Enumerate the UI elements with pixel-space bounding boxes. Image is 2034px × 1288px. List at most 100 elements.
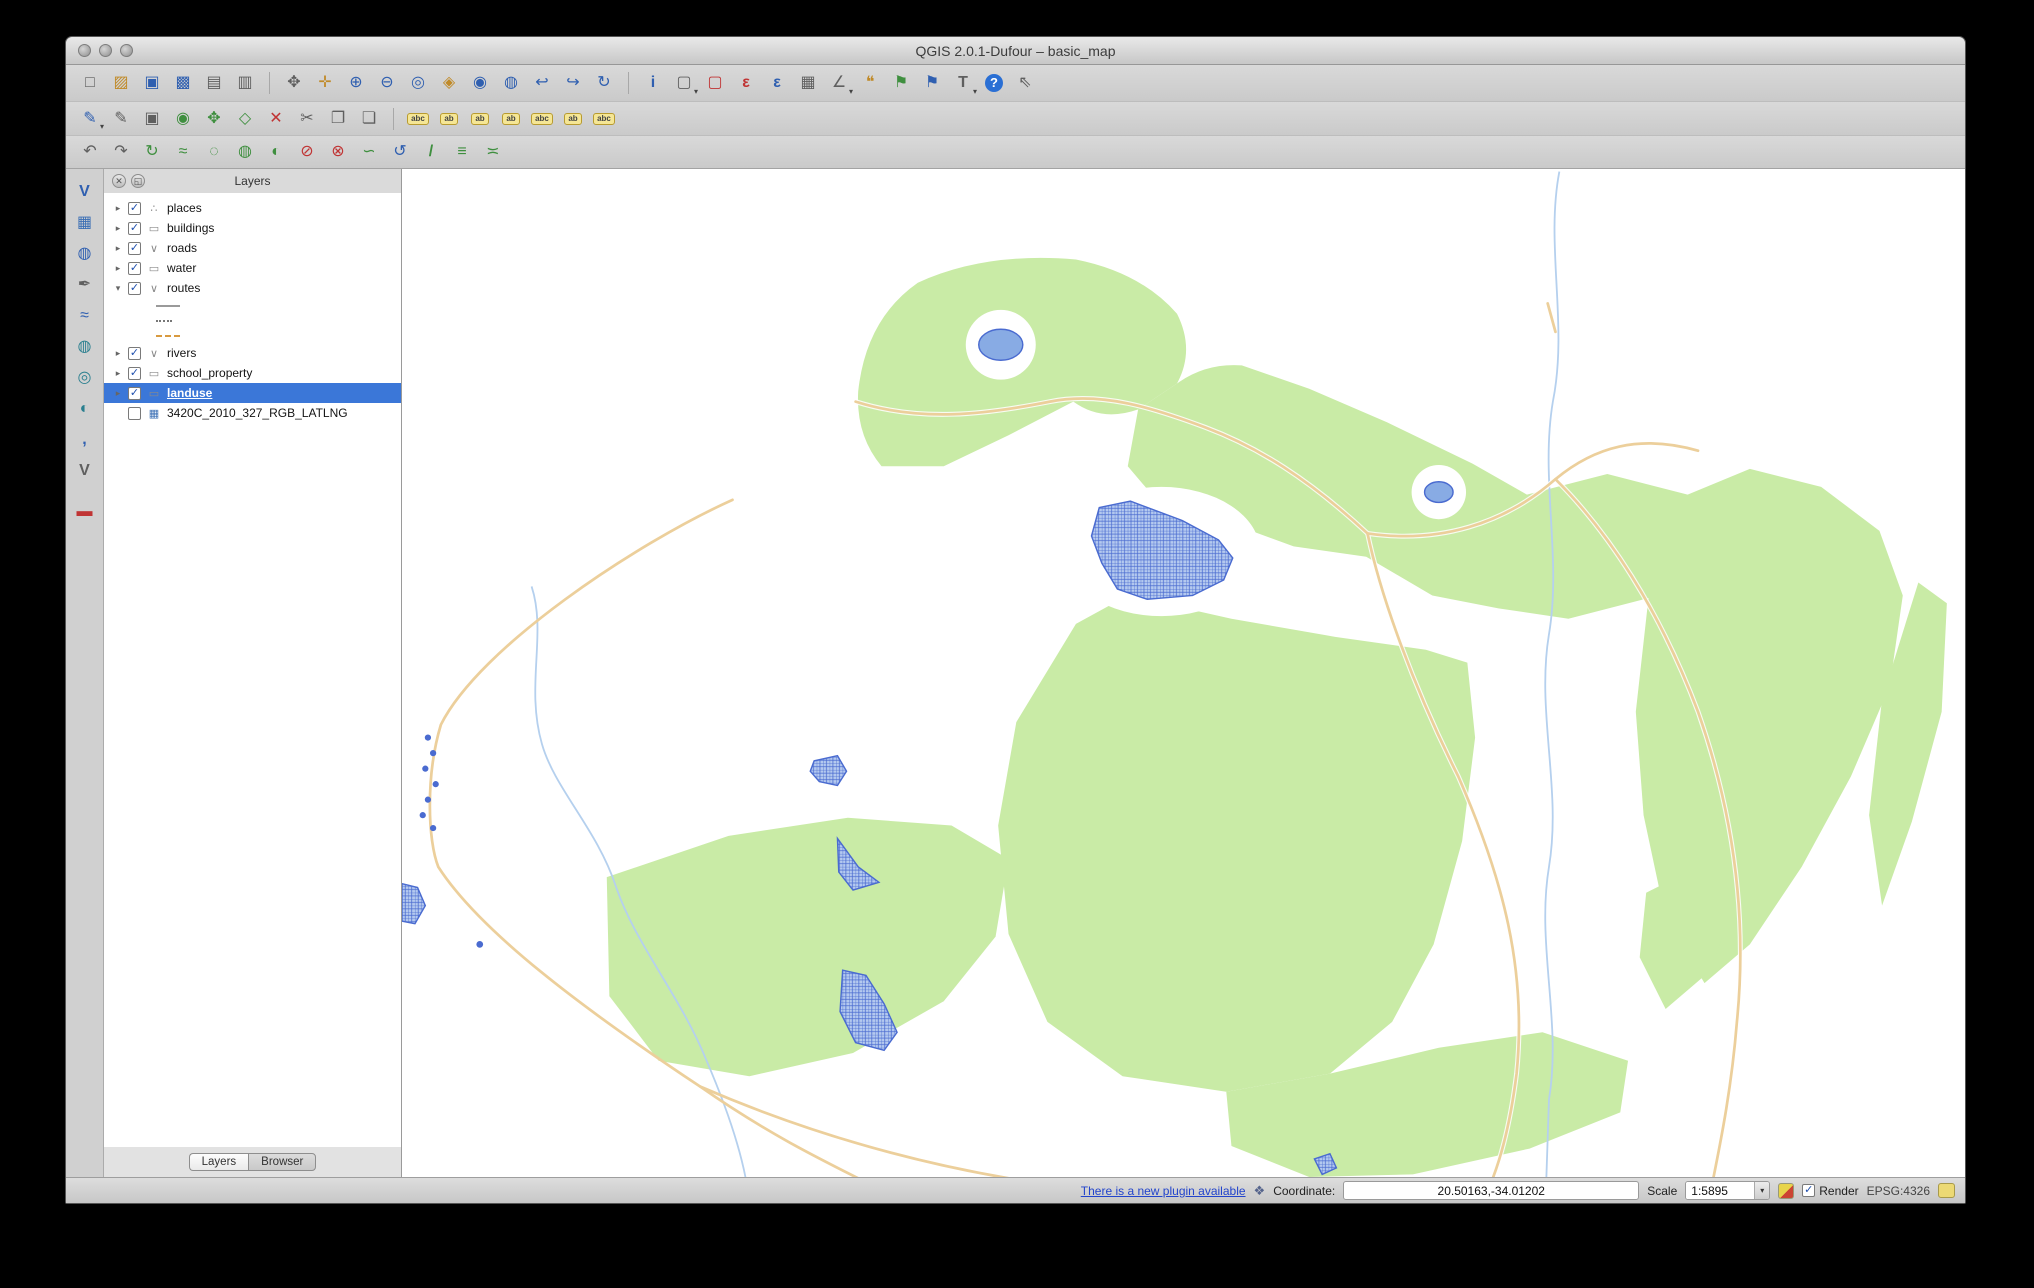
layer-visibility-checkbox[interactable]: ✓ xyxy=(128,202,141,215)
layer-item-buildings[interactable]: ▸✓▭buildings xyxy=(104,218,401,238)
layer-item-water[interactable]: ▸✓▭water xyxy=(104,258,401,278)
label-anchor-button[interactable]: ab xyxy=(435,105,463,132)
plugin-icon[interactable]: ❖ xyxy=(1254,1183,1266,1199)
layer-visibility-checkbox[interactable]: ✓ xyxy=(128,367,141,380)
text-annotation-dropdown[interactable]: ▾ xyxy=(973,88,977,96)
select-by-expression-button[interactable]: ε xyxy=(732,70,760,97)
zoom-last-button[interactable]: ↩ xyxy=(528,70,556,97)
zoom-actual-size-button[interactable]: ◎ xyxy=(404,70,432,97)
zoom-next-button[interactable]: ↪ xyxy=(559,70,587,97)
title-bar[interactable]: QGIS 2.0.1-Dufour – basic_map xyxy=(66,37,1965,65)
layer-visibility-checkbox[interactable]: ✓ xyxy=(128,242,141,255)
deselect-all-button[interactable]: ▢ xyxy=(701,70,729,97)
symbol-class-item[interactable] xyxy=(104,298,401,313)
toggle-editing-button[interactable]: ✎ xyxy=(107,105,135,132)
add-raster-layer-button[interactable]: ▦ xyxy=(71,210,98,235)
expand-icon[interactable]: ▸ xyxy=(113,348,123,359)
layer-item-routes[interactable]: ▾✓∨routes xyxy=(104,278,401,298)
change-label-button[interactable]: abc xyxy=(528,105,556,132)
crs-status-button[interactable]: EPSG:4326 xyxy=(1867,1184,1930,1198)
plugin-available-link[interactable]: There is a new plugin available xyxy=(1081,1184,1246,1198)
move-label-button[interactable]: ab xyxy=(466,105,494,132)
tab-browser[interactable]: Browser xyxy=(248,1153,316,1171)
minimize-button[interactable] xyxy=(99,44,112,57)
layer-item-landuse[interactable]: ▸✓▭landuse xyxy=(104,383,401,403)
delete-selected-button[interactable]: ✕ xyxy=(262,105,290,132)
current-edits-button[interactable]: ✎▾ xyxy=(76,105,104,132)
add-mssql-layer-button[interactable]: ≈ xyxy=(71,303,98,328)
new-print-composer-button[interactable]: ▤ xyxy=(200,70,228,97)
delete-part-button[interactable]: ⊗ xyxy=(324,139,352,166)
scale-combo[interactable]: ▾ xyxy=(1685,1181,1770,1200)
layer-visibility-checkbox[interactable]: ✓ xyxy=(128,347,141,360)
expand-icon[interactable]: ▸ xyxy=(113,368,123,379)
stop-rendering-icon[interactable] xyxy=(1778,1183,1794,1199)
select-features-button[interactable]: ▢▾ xyxy=(670,70,698,97)
add-vector-layer-button[interactable]: V xyxy=(71,179,98,204)
expand-icon[interactable]: ▸ xyxy=(113,243,123,254)
layer-item-3420C_2010_327_RGB_LATLNG[interactable]: ▦3420C_2010_327_RGB_LATLNG xyxy=(104,403,401,423)
whats-this-button[interactable]: ⇖ xyxy=(1011,70,1039,97)
add-postgis-layer-button[interactable]: ◍ xyxy=(71,241,98,266)
symbol-class-item[interactable] xyxy=(104,313,401,328)
scale-input[interactable] xyxy=(1686,1182,1754,1199)
expand-icon[interactable]: ▸ xyxy=(113,203,123,214)
zoom-in-button[interactable]: ⊕ xyxy=(342,70,370,97)
zoom-to-selection-button[interactable]: ◉ xyxy=(466,70,494,97)
zoom-full-extent-button[interactable]: ◈ xyxy=(435,70,463,97)
scale-dropdown-icon[interactable]: ▾ xyxy=(1754,1181,1769,1200)
expand-icon[interactable]: ▸ xyxy=(113,388,123,399)
show-bookmarks-button[interactable]: ⚑ xyxy=(918,70,946,97)
delete-ring-button[interactable]: ⊘ xyxy=(293,139,321,166)
reshape-features-button[interactable]: ∽ xyxy=(355,139,383,166)
add-delimited-text-layer-button[interactable]: , xyxy=(71,427,98,452)
composer-manager-button[interactable]: ▥ xyxy=(231,70,259,97)
layer-item-roads[interactable]: ▸✓∨roads xyxy=(104,238,401,258)
save-layer-edits-button[interactable]: ▣ xyxy=(138,105,166,132)
zoom-out-button[interactable]: ⊖ xyxy=(373,70,401,97)
add-ring-button[interactable]: ◌ xyxy=(200,139,228,166)
simplify-feature-button[interactable]: ≈ xyxy=(169,139,197,166)
offset-curve-button[interactable]: ↺ xyxy=(386,139,414,166)
pan-map-button[interactable]: ✥ xyxy=(280,70,308,97)
label-properties-button[interactable]: abc xyxy=(590,105,618,132)
add-wcs-layer-button[interactable]: ◎ xyxy=(71,365,98,390)
open-project-button[interactable]: ▨ xyxy=(107,70,135,97)
add-part-button[interactable]: ◍ xyxy=(231,139,259,166)
collapse-icon[interactable]: ▾ xyxy=(113,283,123,294)
map-canvas[interactable] xyxy=(402,169,1965,1177)
undo-button[interactable]: ↶ xyxy=(76,139,104,166)
new-shapefile-layer-button[interactable]: V xyxy=(71,458,98,483)
identify-features-button[interactable]: i xyxy=(639,70,667,97)
copy-features-button[interactable]: ❐ xyxy=(324,105,352,132)
expand-icon[interactable]: ▸ xyxy=(113,263,123,274)
add-spatialite-layer-button[interactable]: ✒ xyxy=(71,272,98,297)
layer-visibility-checkbox[interactable]: ✓ xyxy=(128,262,141,275)
map-refresh-button[interactable]: ↻ xyxy=(590,70,618,97)
expand-icon[interactable]: ▸ xyxy=(113,223,123,234)
close-panel-icon[interactable]: ✕ xyxy=(112,174,126,188)
layer-item-school_property[interactable]: ▸✓▭school_property xyxy=(104,363,401,383)
rotate-label-button[interactable]: ab xyxy=(497,105,525,132)
paste-features-button[interactable]: ❏ xyxy=(355,105,383,132)
cut-features-button[interactable]: ✂ xyxy=(293,105,321,132)
field-calculator-button[interactable]: ε xyxy=(763,70,791,97)
help-button[interactable]: ? xyxy=(980,70,1008,97)
coordinate-input[interactable] xyxy=(1343,1181,1639,1200)
redo-button[interactable]: ↷ xyxy=(107,139,135,166)
layer-visibility-checkbox[interactable]: ✓ xyxy=(128,387,141,400)
select-features-dropdown[interactable]: ▾ xyxy=(694,88,698,96)
log-messages-icon[interactable] xyxy=(1938,1183,1955,1198)
pan-to-selection-button[interactable]: ✛ xyxy=(311,70,339,97)
render-checkbox[interactable]: ✓ xyxy=(1802,1184,1815,1197)
remove-layer-button[interactable]: ▬ xyxy=(71,499,98,524)
fill-ring-button[interactable]: ◐ xyxy=(262,139,290,166)
text-annotation-button[interactable]: T▾ xyxy=(949,70,977,97)
tab-layers[interactable]: Layers xyxy=(189,1153,249,1171)
map-tips-button[interactable]: ❝ xyxy=(856,70,884,97)
show-hide-labels-button[interactable]: ab xyxy=(559,105,587,132)
save-project-button[interactable]: ▣ xyxy=(138,70,166,97)
render-toggle[interactable]: ✓ Render xyxy=(1802,1184,1858,1198)
measure-button[interactable]: ∠▾ xyxy=(825,70,853,97)
new-bookmark-button[interactable]: ⚑ xyxy=(887,70,915,97)
